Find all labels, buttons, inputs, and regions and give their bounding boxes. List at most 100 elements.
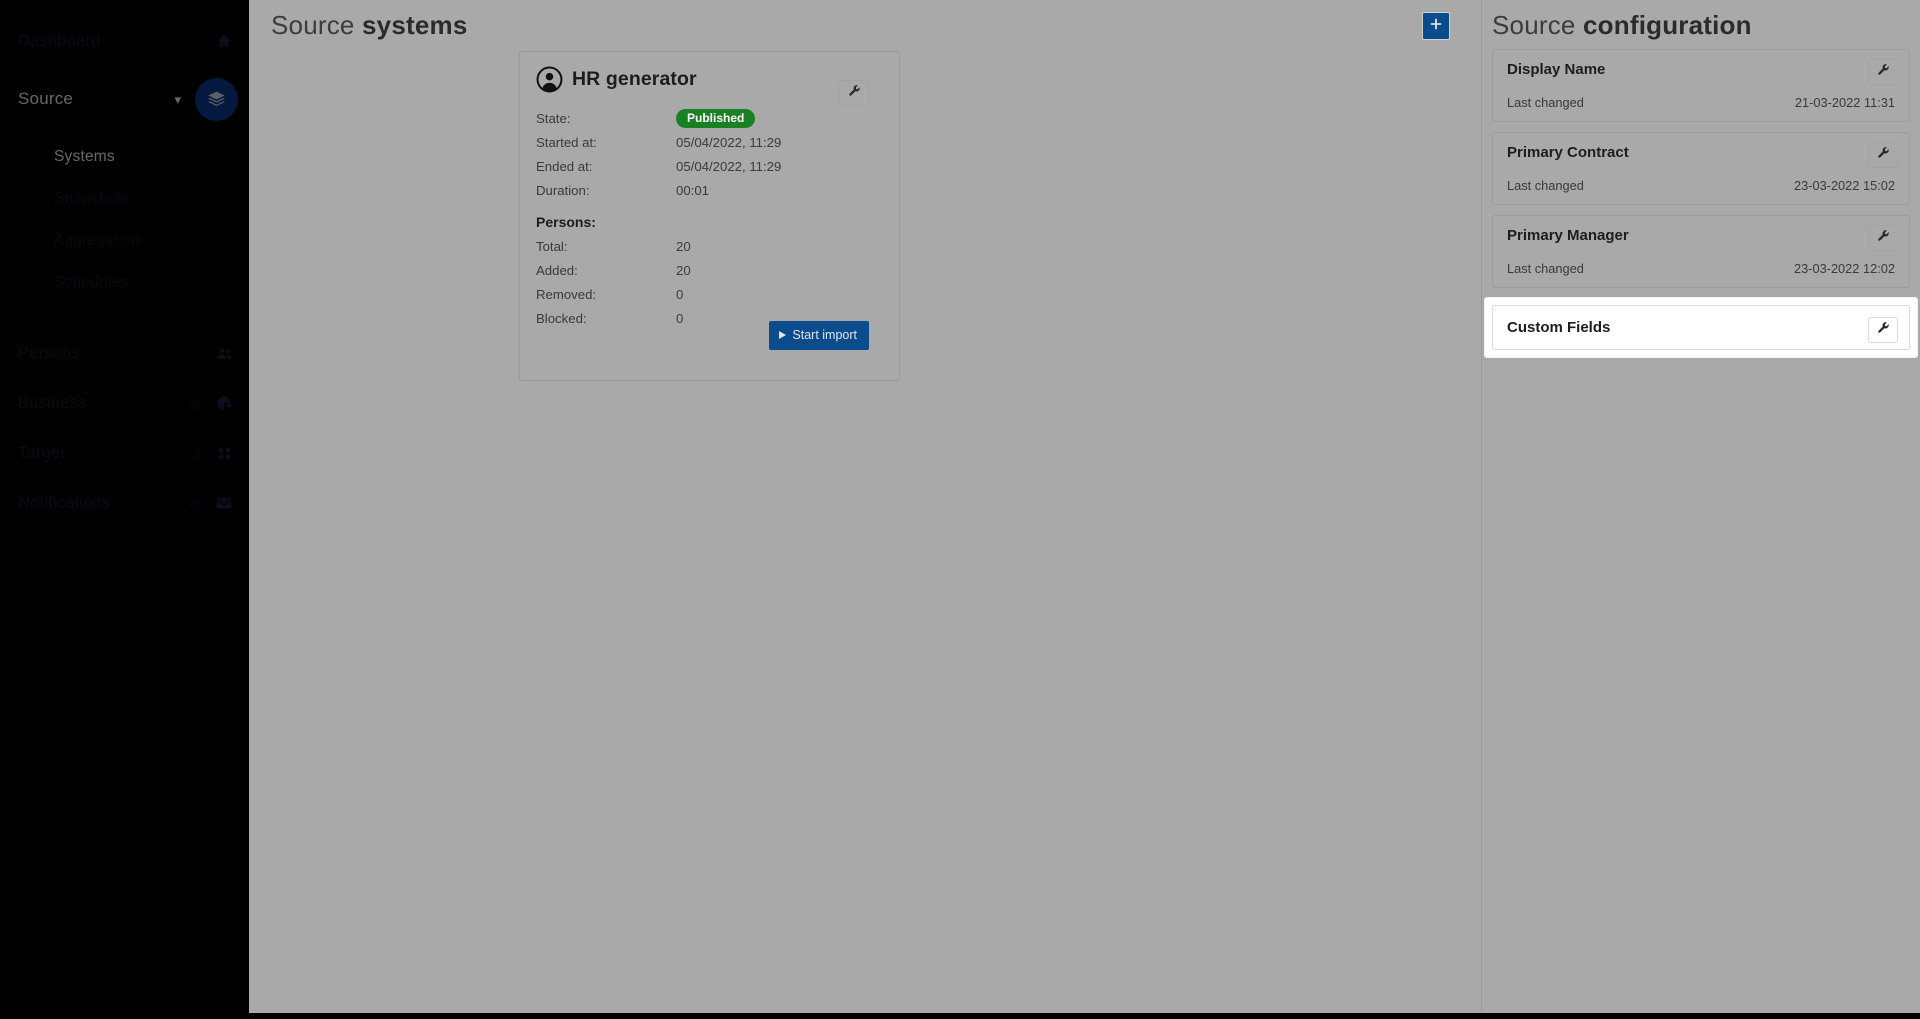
field-label: Ended at: xyxy=(536,158,593,174)
sidebar-item-label: Dashboard xyxy=(18,31,101,50)
sidebar-item-label: Systems xyxy=(54,148,115,165)
field-ended-at: Ended at: 05/04/2022, 11:29 xyxy=(536,154,883,178)
wrench-icon xyxy=(1877,321,1890,339)
config-card-title: Custom Fields xyxy=(1507,319,1611,336)
persons-added: Added: 20 xyxy=(536,258,883,282)
config-card-display-name[interactable]: Display Name Last changed 21-03-2022 11:… xyxy=(1492,49,1910,122)
source-system-settings-button[interactable] xyxy=(839,80,869,106)
sidebar-item-label: Target xyxy=(18,443,66,462)
config-settings-button[interactable] xyxy=(1868,142,1898,168)
sidebar-item-target[interactable]: Target ◁ xyxy=(0,428,249,478)
field-label: Blocked: xyxy=(536,310,587,326)
config-card-primary-contract[interactable]: Primary Contract Last changed 23-03-2022… xyxy=(1492,132,1910,205)
sidebar: Dashboard Source ▾ Systems Snapshots Agg… xyxy=(0,0,249,1013)
field-duration: Duration: 00:01 xyxy=(536,178,883,202)
field-value: 0 xyxy=(676,310,684,326)
config-last-changed-row: Last changed 23-03-2022 12:02 xyxy=(1507,261,1895,276)
chevron-down-icon[interactable]: ▾ xyxy=(174,93,181,106)
persons-total: Total: 20 xyxy=(536,234,883,258)
field-value: 0 xyxy=(676,286,684,302)
last-changed-label: Last changed xyxy=(1507,178,1584,193)
config-settings-button[interactable] xyxy=(1868,59,1898,85)
sidebar-subnav-source: Systems Snapshots Aggregation Schedules xyxy=(0,124,249,304)
config-card-primary-manager[interactable]: Primary Manager Last changed 23-03-2022 … xyxy=(1492,215,1910,288)
panel-title-strong: configuration xyxy=(1583,10,1752,40)
home-icon xyxy=(213,33,235,49)
field-value: 20 xyxy=(676,262,691,278)
config-card-title: Primary Manager xyxy=(1507,227,1629,244)
sidebar-divider xyxy=(0,304,249,328)
grid-icon xyxy=(213,446,235,461)
source-system-header: HR generator xyxy=(536,66,883,93)
field-label: Removed: xyxy=(536,286,597,302)
persons-removed: Removed: 0 xyxy=(536,282,883,306)
panel-title-prefix: Source xyxy=(1492,10,1584,40)
sidebar-item-business[interactable]: Business ◁ xyxy=(0,378,249,428)
sidebar-item-label: Snapshots xyxy=(54,190,130,207)
user-avatar-icon xyxy=(536,66,563,93)
config-settings-button[interactable] xyxy=(1868,317,1898,343)
panel-title: Source configuration xyxy=(1482,0,1920,41)
page-title-prefix: Source xyxy=(271,10,363,40)
source-system-card-body: HR generator State: Published Started at… xyxy=(536,66,883,364)
page-title-strong: systems xyxy=(362,10,468,40)
source-system-card[interactable]: HR generator State: Published Started at… xyxy=(519,51,900,381)
sidebar-item-label: Business xyxy=(18,393,87,412)
sidebar-item-label: Schedules xyxy=(54,274,129,291)
wrench-icon xyxy=(848,84,861,102)
field-label: Total: xyxy=(536,238,568,254)
source-configuration-panel: Source configuration Display Name Last c… xyxy=(1481,0,1920,1013)
field-state: State: Published xyxy=(536,106,883,130)
config-settings-button[interactable] xyxy=(1868,225,1898,251)
config-last-changed-row: Last changed 21-03-2022 11:31 xyxy=(1507,95,1895,110)
config-card-custom-fields[interactable]: Custom Fields xyxy=(1492,305,1910,350)
add-source-system-button[interactable] xyxy=(1422,12,1450,40)
sidebar-item-dashboard[interactable]: Dashboard xyxy=(0,16,249,66)
start-import-button[interactable]: Start import xyxy=(769,321,869,350)
field-value: 05/04/2022, 11:29 xyxy=(676,134,782,150)
sidebar-item-schedules[interactable]: Schedules xyxy=(0,262,249,304)
page-title: Source systems xyxy=(249,0,1480,41)
sidebar-item-label: Persons xyxy=(18,343,80,362)
people-icon xyxy=(213,345,235,362)
persons-heading: Persons: xyxy=(536,214,596,230)
field-value: 00:01 xyxy=(676,182,710,198)
sidebar-item-label: Source xyxy=(18,89,74,108)
field-value: 20 xyxy=(676,238,691,254)
chevron-left-icon[interactable]: ◁ xyxy=(189,447,199,460)
configuration-card-list: Display Name Last changed 21-03-2022 11:… xyxy=(1482,41,1920,357)
sidebar-item-label: Notifications xyxy=(18,493,111,512)
last-changed-label: Last changed xyxy=(1507,95,1584,110)
last-changed-timestamp: 23-03-2022 12:02 xyxy=(1793,261,1895,276)
last-changed-label: Last changed xyxy=(1507,261,1584,276)
config-card-title: Primary Contract xyxy=(1507,144,1629,161)
config-card-custom-fields-highlight: Custom Fields xyxy=(1485,298,1917,357)
field-label: Added: xyxy=(536,262,578,278)
last-changed-timestamp: 23-03-2022 15:02 xyxy=(1793,178,1895,193)
source-system-name: HR generator xyxy=(572,68,697,90)
chevron-left-icon[interactable]: ◁ xyxy=(189,497,199,510)
plus-icon xyxy=(1429,17,1443,36)
sidebar-item-snapshots[interactable]: Snapshots xyxy=(0,178,249,220)
sidebar-item-aggregation[interactable]: Aggregation xyxy=(0,220,249,262)
sidebar-item-persons[interactable]: Persons xyxy=(0,328,249,378)
sidebar-item-notifications[interactable]: Notifications ◁ xyxy=(0,478,249,528)
chevron-left-icon[interactable]: ◁ xyxy=(189,397,199,410)
layers-icon xyxy=(195,77,238,121)
pie-chart-icon xyxy=(213,395,235,411)
main-content: Source systems HR generator State: Publi… xyxy=(249,0,1480,1013)
config-card-title: Display Name xyxy=(1507,61,1606,78)
wrench-icon xyxy=(1877,146,1890,164)
sidebar-item-systems[interactable]: Systems xyxy=(0,136,249,178)
field-started-at: Started at: 05/04/2022, 11:29 xyxy=(536,130,883,154)
wrench-icon xyxy=(1877,63,1890,81)
start-import-label: Start import xyxy=(792,328,857,342)
field-label: State: xyxy=(536,110,571,126)
field-label: Started at: xyxy=(536,134,597,150)
status-badge: Published xyxy=(676,108,756,128)
app-root: Dashboard Source ▾ Systems Snapshots Agg… xyxy=(0,0,1920,1019)
envelope-icon xyxy=(213,494,235,512)
field-label: Duration: xyxy=(536,182,590,198)
last-changed-timestamp: 21-03-2022 11:31 xyxy=(1794,95,1895,110)
sidebar-item-source[interactable]: Source ▾ xyxy=(0,74,249,124)
